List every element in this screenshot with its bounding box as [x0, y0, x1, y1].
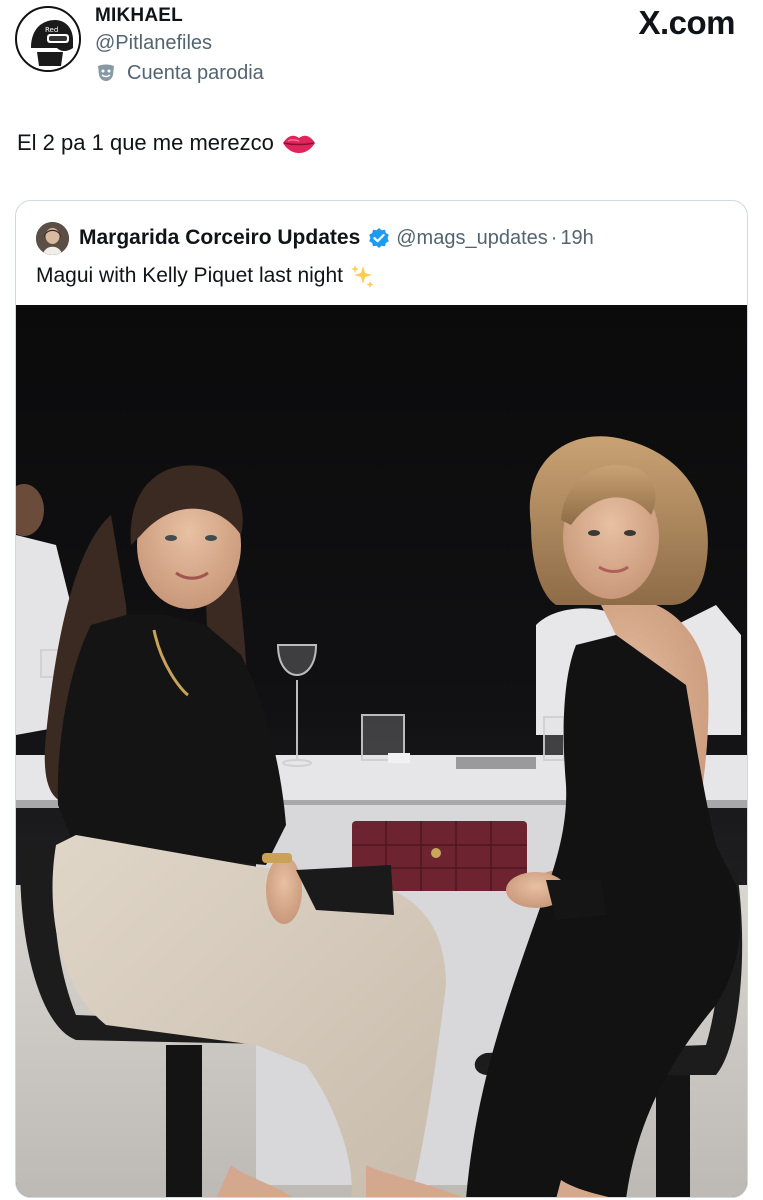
theater-mask-icon — [98, 64, 114, 81]
separator-dot: · — [550, 226, 558, 249]
quoted-author-avatar[interactable] — [36, 221, 69, 255]
quoted-author-handle[interactable]: @mags_updates — [396, 227, 548, 250]
quoted-text-row: Magui with Kelly Piquet last night — [36, 263, 375, 289]
parody-row: Cuenta parodia — [95, 60, 264, 86]
quoted-post-card[interactable]: Margarida Corceiro Updates @mags_updates… — [15, 200, 748, 1198]
parody-label: Cuenta parodia — [127, 61, 264, 84]
quoted-photo[interactable] — [16, 305, 747, 1197]
quoted-author-name[interactable]: Margarida Corceiro Updates — [79, 226, 360, 250]
brand-watermark: X.com — [638, 4, 735, 41]
author-avatar[interactable]: Red — [15, 6, 81, 72]
post-text: El 2 pa 1 que me merezco — [17, 130, 274, 155]
sparkles-icon — [351, 265, 374, 288]
quoted-post-time[interactable]: 19h — [560, 227, 593, 250]
quoted-post-header: Margarida Corceiro Updates @mags_updates… — [36, 220, 594, 256]
lips-icon — [282, 135, 315, 153]
post-text-row: El 2 pa 1 que me merezco — [17, 130, 316, 156]
svg-text:Red: Red — [45, 26, 58, 34]
author-handle[interactable]: @Pitlanefiles — [95, 30, 264, 56]
author-block: MIKHAEL @Pitlanefiles Cuenta parodia — [95, 5, 264, 86]
photo-image — [16, 305, 747, 1197]
author-name[interactable]: MIKHAEL — [95, 5, 264, 27]
helmet-avatar-icon: Red — [18, 9, 79, 70]
quoted-post-text: Magui with Kelly Piquet last night — [36, 264, 343, 287]
quoted-avatar-image — [36, 221, 69, 255]
verified-badge-icon — [369, 228, 390, 248]
